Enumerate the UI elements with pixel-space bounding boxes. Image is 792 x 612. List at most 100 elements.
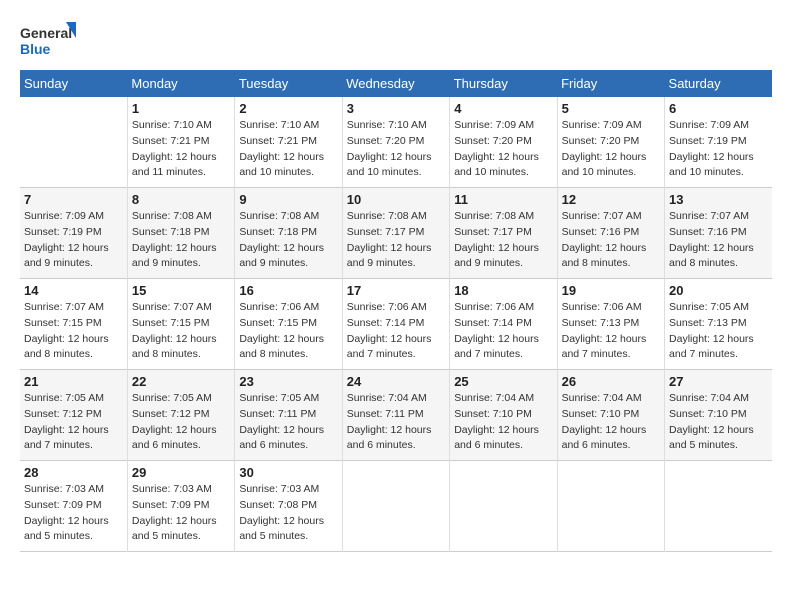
week-row-2: 7Sunrise: 7:09 AM Sunset: 7:19 PM Daylig… [20,188,772,279]
column-header-monday: Monday [127,70,234,97]
day-number: 3 [347,101,445,116]
day-number: 15 [132,283,230,298]
day-info: Sunrise: 7:06 AM Sunset: 7:14 PM Dayligh… [454,300,552,363]
day-number: 27 [669,374,768,389]
day-info: Sunrise: 7:07 AM Sunset: 7:16 PM Dayligh… [562,209,660,272]
day-number: 18 [454,283,552,298]
day-info: Sunrise: 7:10 AM Sunset: 7:20 PM Dayligh… [347,118,445,181]
day-cell: 15 Sunrise: 7:07 AM Sunset: 7:15 PM Dayli… [127,279,234,370]
day-cell [665,461,772,552]
day-cell: 14Sunrise: 7:07 AM Sunset: 7:15 PM Dayli… [20,279,127,370]
day-cell: 11 Sunrise: 7:08 AM Sunset: 7:17 PM Dayli… [450,188,557,279]
week-row-3: 14 Sunrise: 7:07 AM Sunset: 7:15 PM Dayli… [20,279,772,370]
day-number: 9 [239,192,337,207]
day-cell: 12 Sunrise: 7:07 AM Sunset: 7:16 PM Dayli… [557,188,664,279]
day-cell: 5Sunrise: 7:09 AM Sunset: 7:20 PM Daylig… [557,97,664,188]
column-header-friday: Friday [557,70,664,97]
day-cell: 9Sunrise: 7:08 AM Sunset: 7:18 PM Daylig… [235,188,342,279]
day-cell: 25Sunrise: 7:04 AM Sunset: 7:10 PM Dayli… [450,370,557,461]
day-number: 13 [669,192,768,207]
day-info: Sunrise: 7:05 AM Sunset: 7:12 PM Dayligh… [24,391,123,454]
day-cell: 2 Sunrise: 7:10 AM Sunset: 7:21 PM Daylig… [235,97,342,188]
day-cell: 7Sunrise: 7:09 AM Sunset: 7:19 PM Daylig… [20,188,127,279]
day-info: Sunrise: 7:09 AM Sunset: 7:19 PM Dayligh… [24,209,123,272]
day-number: 16 [239,283,337,298]
day-number: 23 [239,374,337,389]
day-info: Sunrise: 7:04 AM Sunset: 7:11 PM Dayligh… [347,391,445,454]
day-number: 26 [562,374,660,389]
day-cell: 1Sunrise: 7:10 AM Sunset: 7:21 PM Daylig… [127,97,234,188]
logo-svg: GeneralBlue [20,20,80,60]
day-info: Sunrise: 7:06 AM Sunset: 7:13 PM Dayligh… [562,300,660,363]
svg-text:Blue: Blue [20,41,51,57]
day-cell [342,461,449,552]
day-number: 30 [239,465,337,480]
day-cell: 23Sunrise: 7:05 AM Sunset: 7:11 PM Dayli… [235,370,342,461]
day-info: Sunrise: 7:06 AM Sunset: 7:15 PM Dayligh… [239,300,337,363]
day-number: 25 [454,374,552,389]
day-cell [20,97,127,188]
column-header-wednesday: Wednesday [342,70,449,97]
day-cell: 3 Sunrise: 7:10 AM Sunset: 7:20 PM Daylig… [342,97,449,188]
logo: GeneralBlue [20,20,80,60]
day-info: Sunrise: 7:09 AM Sunset: 7:20 PM Dayligh… [454,118,552,181]
day-cell: 13Sunrise: 7:07 AM Sunset: 7:16 PM Dayli… [665,188,772,279]
day-info: Sunrise: 7:08 AM Sunset: 7:17 PM Dayligh… [454,209,552,272]
day-cell [450,461,557,552]
column-header-tuesday: Tuesday [235,70,342,97]
day-number: 5 [562,101,660,116]
svg-text:General: General [20,25,72,41]
day-number: 6 [669,101,768,116]
day-cell: 6 Sunrise: 7:09 AM Sunset: 7:19 PM Daylig… [665,97,772,188]
day-number: 22 [132,374,230,389]
day-cell: 20 Sunrise: 7:05 AM Sunset: 7:13 PM Dayli… [665,279,772,370]
day-info: Sunrise: 7:03 AM Sunset: 7:09 PM Dayligh… [132,482,230,545]
day-cell: 4Sunrise: 7:09 AM Sunset: 7:20 PM Daylig… [450,97,557,188]
day-number: 17 [347,283,445,298]
day-cell: 8 Sunrise: 7:08 AM Sunset: 7:18 PM Daylig… [127,188,234,279]
day-cell: 17 Sunrise: 7:06 AM Sunset: 7:14 PM Dayli… [342,279,449,370]
day-number: 28 [24,465,123,480]
calendar-table: SundayMondayTuesdayWednesdayThursdayFrid… [20,70,772,552]
day-info: Sunrise: 7:08 AM Sunset: 7:17 PM Dayligh… [347,209,445,272]
day-info: Sunrise: 7:05 AM Sunset: 7:13 PM Dayligh… [669,300,768,363]
day-cell: 30 Sunrise: 7:03 AM Sunset: 7:08 PM Dayli… [235,461,342,552]
day-info: Sunrise: 7:10 AM Sunset: 7:21 PM Dayligh… [239,118,337,181]
day-cell: 27Sunrise: 7:04 AM Sunset: 7:10 PM Dayli… [665,370,772,461]
day-info: Sunrise: 7:07 AM Sunset: 7:15 PM Dayligh… [132,300,230,363]
day-info: Sunrise: 7:08 AM Sunset: 7:18 PM Dayligh… [132,209,230,272]
week-row-4: 21 Sunrise: 7:05 AM Sunset: 7:12 PM Dayli… [20,370,772,461]
column-header-saturday: Saturday [665,70,772,97]
day-cell: 22Sunrise: 7:05 AM Sunset: 7:12 PM Dayli… [127,370,234,461]
day-number: 10 [347,192,445,207]
day-info: Sunrise: 7:04 AM Sunset: 7:10 PM Dayligh… [562,391,660,454]
header-row: SundayMondayTuesdayWednesdayThursdayFrid… [20,70,772,97]
day-cell: 16 Sunrise: 7:06 AM Sunset: 7:15 PM Dayli… [235,279,342,370]
day-cell: 26 Sunrise: 7:04 AM Sunset: 7:10 PM Dayli… [557,370,664,461]
day-number: 19 [562,283,660,298]
day-cell: 28 Sunrise: 7:03 AM Sunset: 7:09 PM Dayli… [20,461,127,552]
day-cell [557,461,664,552]
day-number: 29 [132,465,230,480]
day-number: 21 [24,374,123,389]
day-info: Sunrise: 7:09 AM Sunset: 7:19 PM Dayligh… [669,118,768,181]
day-number: 24 [347,374,445,389]
day-number: 20 [669,283,768,298]
column-header-thursday: Thursday [450,70,557,97]
day-info: Sunrise: 7:03 AM Sunset: 7:08 PM Dayligh… [239,482,337,545]
day-number: 2 [239,101,337,116]
day-cell: 10 Sunrise: 7:08 AM Sunset: 7:17 PM Dayli… [342,188,449,279]
day-number: 14 [24,283,123,298]
day-info: Sunrise: 7:06 AM Sunset: 7:14 PM Dayligh… [347,300,445,363]
day-number: 8 [132,192,230,207]
day-info: Sunrise: 7:03 AM Sunset: 7:09 PM Dayligh… [24,482,123,545]
day-number: 11 [454,192,552,207]
day-cell: 21 Sunrise: 7:05 AM Sunset: 7:12 PM Dayli… [20,370,127,461]
day-cell: 18 Sunrise: 7:06 AM Sunset: 7:14 PM Dayli… [450,279,557,370]
day-info: Sunrise: 7:10 AM Sunset: 7:21 PM Dayligh… [132,118,230,181]
day-number: 12 [562,192,660,207]
day-cell: 19 Sunrise: 7:06 AM Sunset: 7:13 PM Dayli… [557,279,664,370]
header: GeneralBlue [20,20,772,60]
day-cell: 29 Sunrise: 7:03 AM Sunset: 7:09 PM Dayli… [127,461,234,552]
week-row-1: 1Sunrise: 7:10 AM Sunset: 7:21 PM Daylig… [20,97,772,188]
